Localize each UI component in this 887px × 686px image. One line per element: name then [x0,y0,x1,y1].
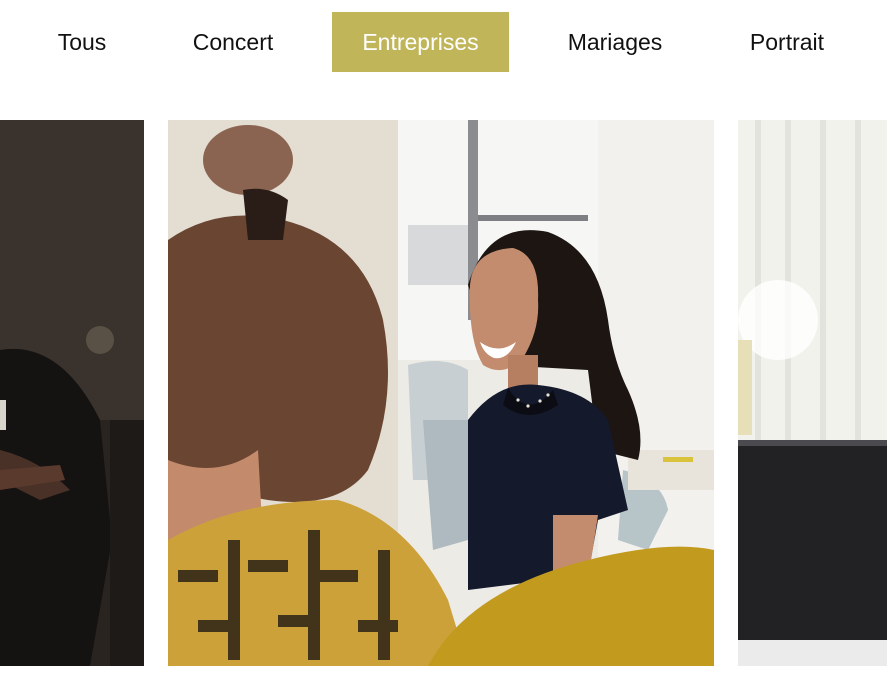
photo-left-image [0,120,144,666]
portfolio-filter-nav: Tous Concert Entreprises Mariages Portra… [0,12,887,72]
gallery-photo-center[interactable] [168,120,714,666]
gallery-photo-right[interactable] [738,120,887,666]
gallery-photo-left[interactable] [0,120,144,666]
filter-tab-tous[interactable]: Tous [38,12,126,72]
photo-right-image [738,120,887,666]
portfolio-gallery [0,120,887,666]
photo-center-image [168,120,714,666]
filter-tab-portrait[interactable]: Portrait [722,12,852,72]
filter-tab-mariages[interactable]: Mariages [544,12,686,72]
filter-tab-concert[interactable]: Concert [170,12,296,72]
filter-tab-entreprises[interactable]: Entreprises [332,12,509,72]
